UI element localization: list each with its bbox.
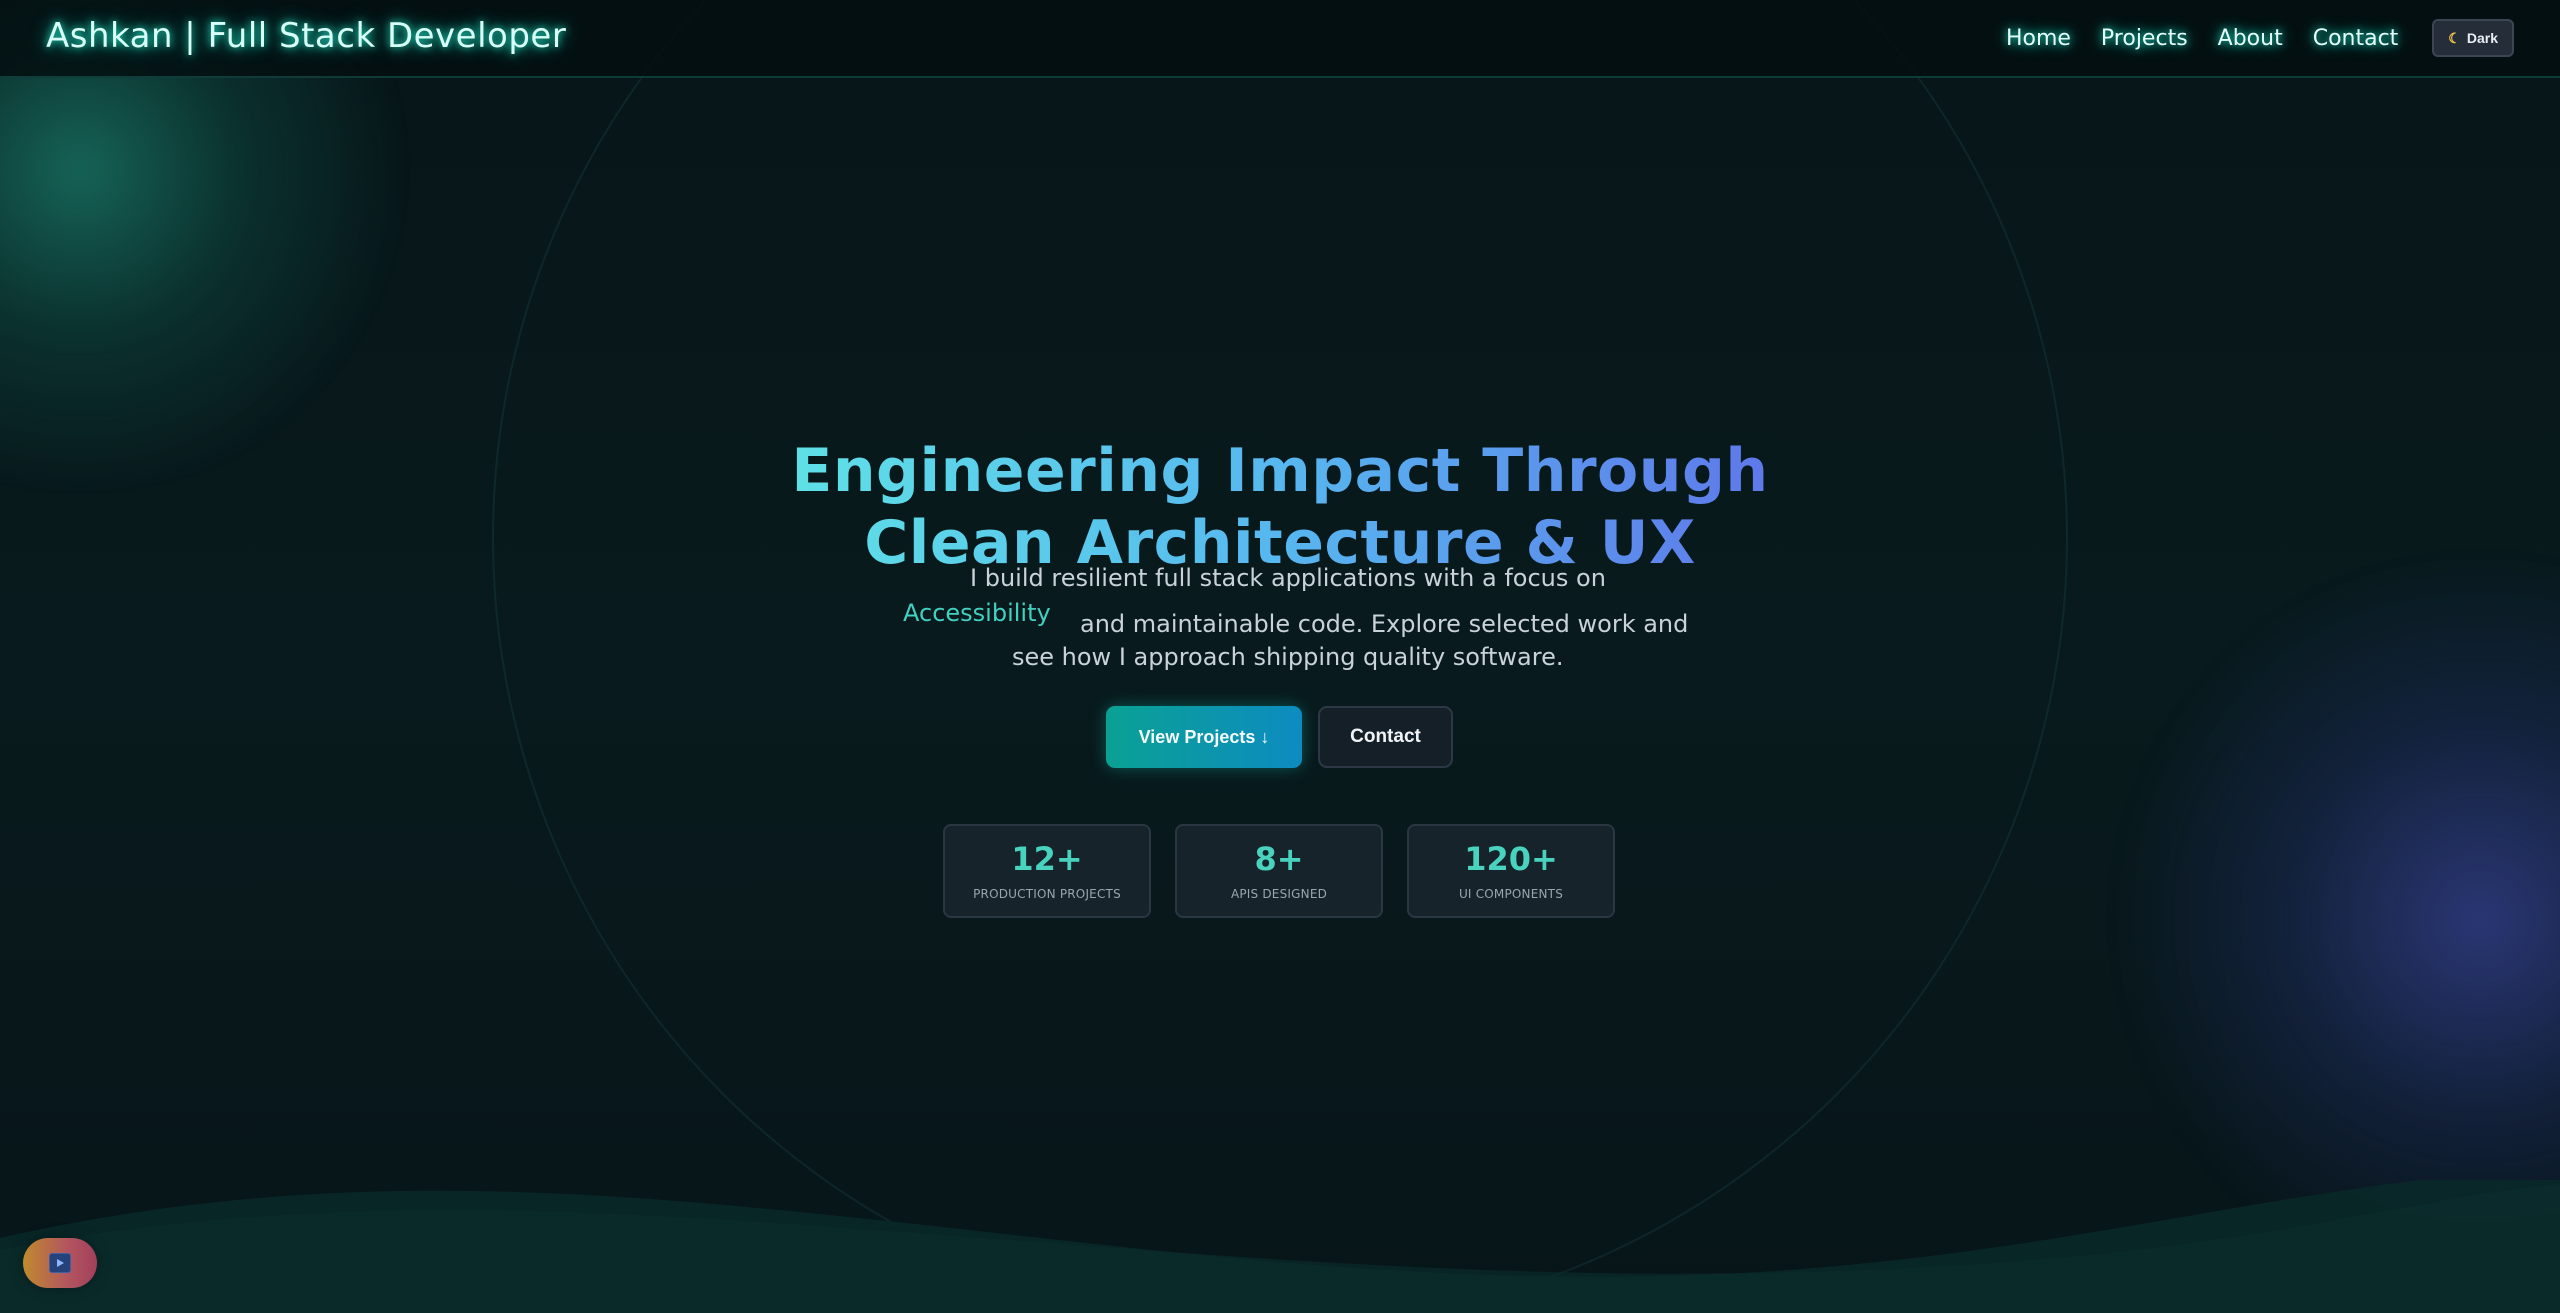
- nav-link-projects[interactable]: Projects: [2101, 26, 2188, 51]
- play-video-icon: [49, 1253, 71, 1273]
- nav-link-about[interactable]: About: [2218, 26, 2283, 51]
- main-navigation: Home Projects About Contact ☾ Dark: [2006, 19, 2514, 57]
- view-projects-button[interactable]: View Projects ↓: [1106, 706, 1302, 768]
- stat-card-apis-designed: 8+ APIS DESIGNED: [1175, 824, 1383, 918]
- play-icon: [57, 1259, 64, 1267]
- theme-toggle-button[interactable]: ☾ Dark: [2432, 19, 2514, 57]
- theme-toggle-label: Dark: [2466, 30, 2498, 46]
- page: Ashkan | Full Stack Developer Home Proje…: [0, 0, 2560, 1313]
- hero-lead-line-1: I build resilient full stack application…: [970, 564, 1606, 592]
- stat-label: PRODUCTION PROJECTS: [973, 887, 1121, 901]
- nav-link-contact[interactable]: Contact: [2313, 26, 2399, 51]
- background-glow-indigo: [2100, 560, 2560, 1280]
- stat-value: 120+: [1464, 840, 1558, 878]
- stat-value: 12+: [1011, 840, 1083, 878]
- hero-lead-line-2: and maintainable code. Explore selected …: [1080, 610, 1689, 638]
- contact-button[interactable]: Contact: [1318, 706, 1453, 768]
- moon-icon: ☾: [2448, 29, 2461, 46]
- background-wave: [0, 1180, 2560, 1313]
- floating-media-button[interactable]: [23, 1238, 97, 1288]
- top-navigation-bar: Ashkan | Full Stack Developer Home Proje…: [0, 0, 2560, 78]
- stat-label: UI COMPONENTS: [1458, 887, 1564, 901]
- hero-title: Engineering Impact Through Clean Archite…: [780, 435, 1780, 579]
- site-brand[interactable]: Ashkan | Full Stack Developer: [46, 16, 566, 56]
- hero-rotating-word: Accessibility: [903, 599, 1051, 627]
- stat-label: APIS DESIGNED: [1230, 887, 1328, 901]
- stat-card-production-projects: 12+ PRODUCTION PROJECTS: [943, 824, 1151, 918]
- hero-lead-line-3: see how I approach shipping quality soft…: [1012, 643, 1564, 671]
- stat-value: 8+: [1254, 840, 1304, 878]
- nav-link-home[interactable]: Home: [2006, 26, 2071, 51]
- stat-card-ui-components: 120+ UI COMPONENTS: [1407, 824, 1615, 918]
